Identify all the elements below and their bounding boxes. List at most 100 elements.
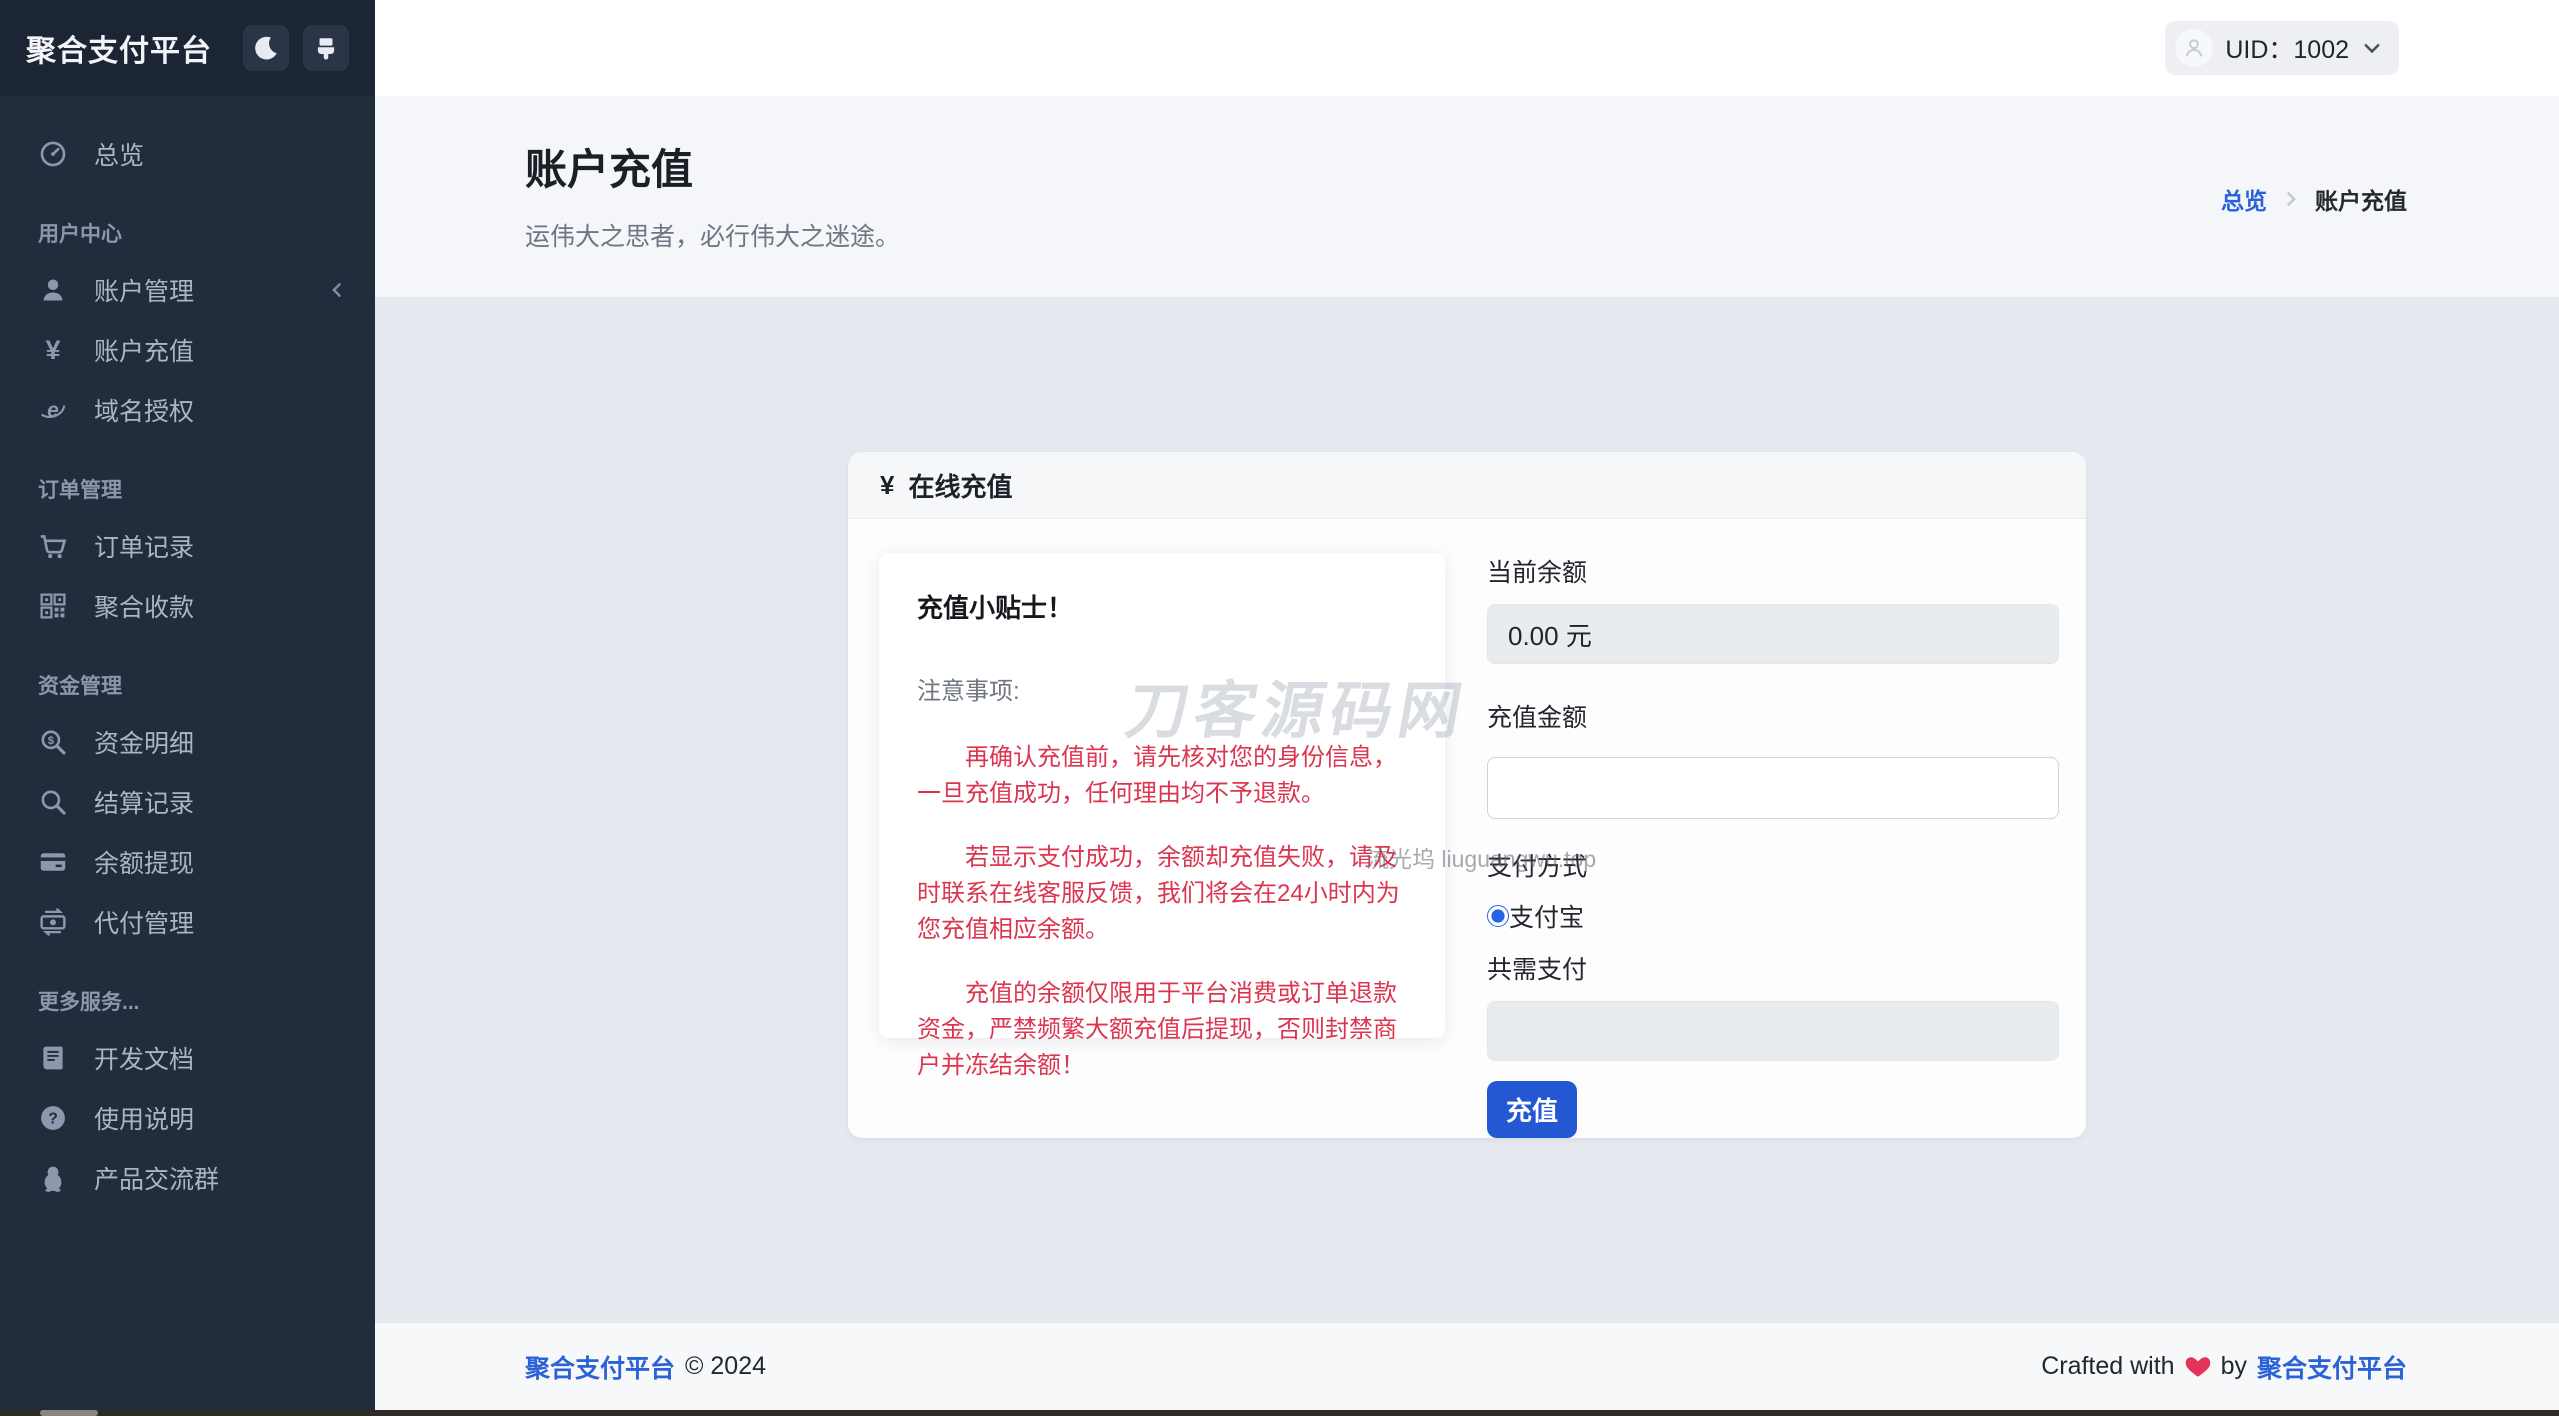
- search-icon: [38, 788, 68, 816]
- footer: 聚合支付平台 © 2024 Crafted with by 聚合支付平台: [375, 1323, 2559, 1410]
- moon-icon: [253, 35, 279, 61]
- card-header: ¥ 在线充值: [848, 452, 2086, 519]
- sidebar-item-account-management[interactable]: 账户管理: [0, 260, 375, 320]
- ie-browser-icon: e: [38, 396, 68, 424]
- brand-logo[interactable]: 聚合支付平台: [26, 26, 243, 70]
- tips-paragraph: 充值的余额仅限用于平台消费或订单退款资金，严禁频繁大额充值后提现，否则封禁商户并…: [917, 980, 1397, 1079]
- sidebar-item-label: 账户充值: [94, 338, 195, 366]
- payment-method-label: 支付方式: [1487, 853, 1588, 881]
- horizontal-scrollbar[interactable]: [0, 1410, 2559, 1416]
- footer-copyright: 聚合支付平台 © 2024: [525, 1349, 766, 1385]
- avatar: [2175, 29, 2214, 67]
- cart-icon: [38, 532, 68, 560]
- sidebar-item-label: 订单记录: [94, 534, 195, 562]
- breadcrumb-root-link[interactable]: 总览: [2221, 182, 2267, 216]
- scrollbar-thumb[interactable]: [40, 1410, 98, 1416]
- sidebar-item-label: 余额提现: [94, 850, 195, 878]
- sidebar-item-order-records[interactable]: 订单记录: [0, 516, 375, 576]
- total-field: [1487, 1001, 2059, 1061]
- total-label: 共需支付: [1487, 956, 1588, 984]
- sidebar-item-product-group[interactable]: 产品交流群: [0, 1148, 375, 1208]
- sidebar-item-label: 结算记录: [94, 790, 195, 818]
- recharge-form: 当前余额 充值金额 支付方式 支付宝 共需支付 充值: [1487, 553, 2059, 1138]
- page-header: 账户充值 运伟大之思者，必行伟大之迷途。 总览 账户充值: [375, 96, 2559, 297]
- amount-input[interactable]: [1487, 757, 2059, 819]
- svg-text:e: e: [47, 399, 59, 422]
- search-dollar-icon: $: [38, 728, 68, 756]
- recharge-button[interactable]: 充值: [1487, 1081, 1577, 1138]
- person-outline-icon: [2182, 36, 2206, 60]
- sidebar-section-user-center: 用户中心: [38, 223, 122, 246]
- main-content: ¥ 在线充值 充值小贴士！ 注意事项: 再确认充值前，请先核对您的身份信息，一旦…: [375, 297, 2559, 1323]
- sidebar-item-domain-authorization[interactable]: e 域名授权: [0, 380, 375, 440]
- tips-paragraph: 若显示支付成功，余额却充值失败，请及时联系在线客服反馈，我们将会在24小时内为您…: [917, 844, 1400, 943]
- sidebar-item-label: 域名授权: [94, 398, 195, 426]
- sidebar-item-label: 账户管理: [94, 278, 195, 306]
- dark-mode-button[interactable]: [243, 25, 289, 71]
- tips-panel: 充值小贴士！ 注意事项: 再确认充值前，请先核对您的身份信息，一旦充值成功，任何…: [879, 553, 1445, 1079]
- yen-icon: ¥: [45, 334, 61, 365]
- credit-card-icon: [38, 848, 68, 876]
- user-icon: [38, 276, 68, 304]
- sidebar-item-label: 资金明细: [94, 730, 195, 758]
- heart-icon: [2185, 1354, 2211, 1380]
- qr-code-icon: [38, 593, 68, 619]
- tips-note-label: 注意事项:: [917, 678, 1020, 705]
- sidebar-item-fund-details[interactable]: $ 资金明细: [0, 712, 375, 772]
- sidebar-item-label: 使用说明: [94, 1106, 195, 1134]
- qq-penguin-icon: [38, 1164, 68, 1192]
- sidebar-item-aggregate-collection[interactable]: 聚合收款: [0, 576, 375, 636]
- sidebar-section-fund-management: 资金管理: [38, 675, 122, 698]
- payment-method-option: 支付宝: [1487, 898, 2059, 934]
- sidebar-item-label: 聚合收款: [94, 594, 195, 622]
- sidebar-item-label: 产品交流群: [94, 1166, 220, 1194]
- user-menu[interactable]: UID：1002: [2165, 21, 2399, 75]
- breadcrumb-current: 账户充值: [2315, 188, 2407, 214]
- sidebar-header: 聚合支付平台: [0, 0, 375, 96]
- sidebar-item-label: 开发文档: [94, 1046, 195, 1074]
- sidebar-item-overview[interactable]: 总览: [0, 124, 375, 184]
- chevron-down-icon: [2361, 37, 2383, 59]
- crafted-mid: by: [2220, 1352, 2247, 1380]
- footer-crafted: Crafted with by 聚合支付平台: [2041, 1349, 2407, 1385]
- book-icon: [38, 1044, 68, 1072]
- footer-year: © 2024: [685, 1352, 766, 1380]
- sidebar-nav: 总览 用户中心 账户管理 ¥ 账户充值 e 域名授权 订单管理 订单记录 聚合收…: [0, 96, 375, 1208]
- sidebar-item-payout-management[interactable]: 代付管理: [0, 892, 375, 952]
- page-subtitle: 运伟大之思者，必行伟大之迷途。: [525, 223, 901, 251]
- chevron-left-icon: [327, 280, 347, 300]
- speedometer-icon: [38, 140, 68, 168]
- sidebar-item-settlement-records[interactable]: 结算记录: [0, 772, 375, 832]
- sidebar: 聚合支付平台 总览 用户中心 账户管理 ¥ 账户充值 e 域名授权 订单管理 订…: [0, 0, 375, 1410]
- sidebar-item-label: 总览: [94, 142, 145, 170]
- crafted-brand-link[interactable]: 聚合支付平台: [2257, 1349, 2407, 1385]
- paint-brush-icon: [313, 35, 339, 61]
- chevron-right-icon: [2281, 189, 2301, 209]
- sidebar-item-account-recharge[interactable]: ¥ 账户充值: [0, 320, 375, 380]
- question-circle-icon: ?: [38, 1104, 68, 1132]
- alipay-label: 支付宝: [1509, 904, 1585, 932]
- currency-exchange-icon: [38, 908, 68, 936]
- card-title: 在线充值: [908, 471, 1013, 502]
- sidebar-item-label: 代付管理: [94, 910, 195, 938]
- balance-field: [1487, 604, 2059, 664]
- tips-paragraph: 再确认充值前，请先核对您的身份信息，一旦充值成功，任何理由均不予退款。: [917, 744, 1397, 807]
- card-body: 充值小贴士！ 注意事项: 再确认充值前，请先核对您的身份信息，一旦充值成功，任何…: [848, 519, 2086, 1138]
- balance-label: 当前余额: [1487, 559, 1588, 587]
- sidebar-section-order-management: 订单管理: [38, 479, 122, 502]
- sidebar-item-balance-withdrawal[interactable]: 余额提现: [0, 832, 375, 892]
- sidebar-section-more-services: 更多服务...: [38, 991, 140, 1014]
- amount-label: 充值金额: [1487, 704, 1588, 732]
- recharge-card: ¥ 在线充值 充值小贴士！ 注意事项: 再确认充值前，请先核对您的身份信息，一旦…: [848, 452, 2086, 1138]
- sidebar-item-usage-instructions[interactable]: ? 使用说明: [0, 1088, 375, 1148]
- svg-text:$: $: [48, 735, 55, 747]
- footer-brand-link[interactable]: 聚合支付平台: [525, 1349, 675, 1385]
- tips-title: 充值小贴士！: [917, 593, 1074, 623]
- svg-text:?: ?: [48, 1110, 58, 1127]
- alipay-radio[interactable]: [1487, 905, 1509, 927]
- sidebar-actions: [243, 25, 349, 71]
- crafted-prefix: Crafted with: [2041, 1352, 2175, 1380]
- sidebar-item-dev-docs[interactable]: 开发文档: [0, 1028, 375, 1088]
- theme-skin-button[interactable]: [303, 25, 349, 71]
- top-header: UID：1002: [375, 0, 2559, 96]
